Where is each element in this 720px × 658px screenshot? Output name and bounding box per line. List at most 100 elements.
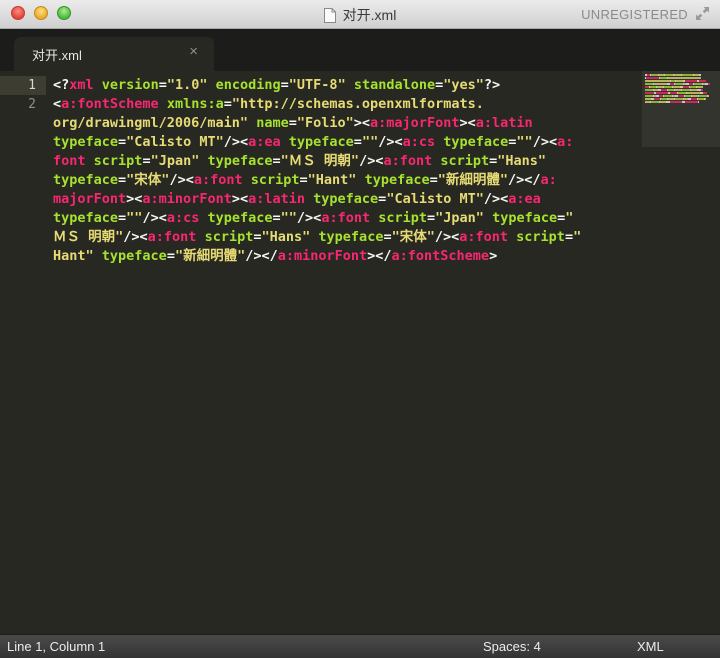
- minimap-token: [673, 86, 680, 88]
- minimap-token: [645, 92, 654, 94]
- code-token-str: "新細明體": [437, 172, 509, 188]
- minimap-token: [708, 83, 710, 85]
- code-token-punc: =: [118, 172, 127, 188]
- code-token-str: "新細明體": [174, 248, 246, 264]
- line-number: 1: [28, 78, 36, 93]
- code-token-str: "UTF-8": [288, 77, 346, 93]
- minimap-token: [660, 77, 667, 79]
- code-token-punc: [243, 172, 251, 188]
- code-token-tag: a:: [540, 172, 557, 188]
- code-token-str: "Jpan": [150, 153, 200, 169]
- code-line: Hant" typeface="新細明體"/></a:minorFont></a…: [53, 247, 633, 266]
- code-token-str: "Hans": [497, 153, 547, 169]
- code-token-tag: a:latin: [475, 115, 533, 131]
- code-line: typeface="Calisto MT"/><a:ea typeface=""…: [53, 133, 633, 152]
- status-bar: Line 1, Column 1 Spaces: 4 XML: [0, 634, 720, 658]
- code-token-punc: /><: [223, 134, 249, 150]
- code-token-tag: a:cs: [166, 210, 200, 226]
- tab-bar: 对开.xml ×: [0, 29, 720, 71]
- code-token-str: "Calisto MT": [126, 134, 224, 150]
- minimap-token: [645, 83, 653, 85]
- code-token-tag: a:ea: [248, 134, 281, 150]
- code-token-str: Hant": [53, 248, 94, 264]
- code-token-punc: [94, 77, 102, 93]
- code-token-attr: script: [93, 153, 143, 169]
- code-token-punc: [86, 153, 94, 169]
- code-token-punc: =: [118, 134, 127, 150]
- minimap-token: [654, 83, 667, 85]
- fullscreen-icon[interactable]: [695, 6, 710, 21]
- code-token-attr: name: [256, 115, 289, 131]
- title-bar[interactable]: 对开.xml UNREGISTERED: [0, 0, 720, 29]
- code-token-attr: script: [204, 229, 254, 245]
- minimap-token: [656, 92, 668, 94]
- minimap-token: [678, 92, 686, 94]
- minimap-token: [645, 95, 653, 97]
- syntax-selector[interactable]: XML: [637, 639, 664, 654]
- code-token-punc: ><: [231, 191, 249, 207]
- code-token-attr: typeface: [53, 134, 119, 150]
- code-token-tag: a:minorFont: [277, 248, 368, 264]
- code-token-punc: >: [489, 248, 498, 264]
- minimap-token: [682, 74, 693, 76]
- code-token-attr: encoding: [215, 77, 281, 93]
- code-token-punc: /><: [483, 191, 509, 207]
- editor-window: 对开.xml UNREGISTERED 对开.xml × 1 2 <?xml v…: [0, 0, 720, 658]
- minimap-token: [685, 101, 698, 103]
- code-token-punc: /><: [359, 153, 384, 169]
- code-token-str: "": [516, 134, 533, 150]
- code-token-punc: =: [142, 153, 151, 169]
- code-token-punc: =: [564, 229, 574, 245]
- code-token-tag: a:font: [383, 153, 433, 169]
- minimap-token: [670, 101, 682, 103]
- code-token-str: "": [280, 210, 297, 226]
- minimap-token: [676, 80, 683, 82]
- code-token-punc: [196, 229, 204, 245]
- code-token-str: "yes": [443, 77, 484, 93]
- code-token-str: "宋体": [391, 229, 435, 245]
- code-token-punc: [94, 248, 102, 264]
- code-line: <?xml version="1.0" encoding="UTF-8" sta…: [53, 76, 633, 95]
- code-token-str: "http://schemas.openxmlformats.: [231, 96, 484, 112]
- code-token-tag: a:cs: [402, 134, 436, 150]
- minimap-token: [675, 83, 683, 85]
- code-token-punc: =: [353, 134, 362, 150]
- code-token-str: ": [573, 229, 582, 245]
- code-token-str: "Folio": [296, 115, 354, 131]
- minimap-token: [687, 92, 700, 94]
- code-token-punc: [346, 77, 354, 93]
- code-line: typeface="宋体"/><a:font script="Hant" typ…: [53, 171, 633, 190]
- minimap-token: [703, 92, 707, 94]
- indentation-setting[interactable]: Spaces: 4: [483, 639, 541, 654]
- tab-file[interactable]: 对开.xml ×: [14, 37, 214, 71]
- code-token-punc: /><: [123, 229, 148, 245]
- code-token-punc: ></: [367, 248, 392, 264]
- code-token-str: "Jpan": [435, 210, 484, 226]
- line-gutter: 1 2: [0, 71, 46, 634]
- unregistered-label: UNREGISTERED: [581, 7, 688, 22]
- code-token-attr: script: [516, 229, 565, 245]
- code-token-attr: xmlns:a: [166, 96, 224, 112]
- code-token-punc: =: [253, 229, 262, 245]
- code-token-str: "宋体": [126, 172, 170, 188]
- code-token-attr: typeface: [443, 134, 509, 150]
- code-editor[interactable]: 1 2 <?xml version="1.0" encoding="UTF-8"…: [0, 71, 720, 634]
- close-tab-icon[interactable]: ×: [189, 43, 198, 60]
- code-token-tag: a:font: [321, 210, 371, 226]
- code-token-tag: a:fontScheme: [61, 96, 159, 112]
- code-token-str: "1.0": [166, 77, 208, 93]
- code-text[interactable]: <?xml version="1.0" encoding="UTF-8" sta…: [53, 76, 633, 266]
- cursor-position[interactable]: Line 1, Column 1: [7, 639, 105, 654]
- code-token-tag: a:minorFont: [142, 191, 232, 207]
- minimap-token: [697, 86, 703, 88]
- code-token-attr: typeface: [492, 210, 558, 226]
- code-token-punc: /><: [378, 134, 403, 150]
- code-token-punc: [484, 210, 492, 226]
- code-token-attr: typeface: [364, 172, 430, 188]
- code-token-str: "ＭＳ 明朝": [280, 153, 360, 169]
- minimap-token: [682, 89, 690, 91]
- code-token-punc: ?>: [483, 77, 501, 93]
- code-token-tag: a:font: [459, 229, 509, 245]
- minimap[interactable]: [642, 71, 720, 147]
- code-token-attr: typeface: [53, 210, 119, 226]
